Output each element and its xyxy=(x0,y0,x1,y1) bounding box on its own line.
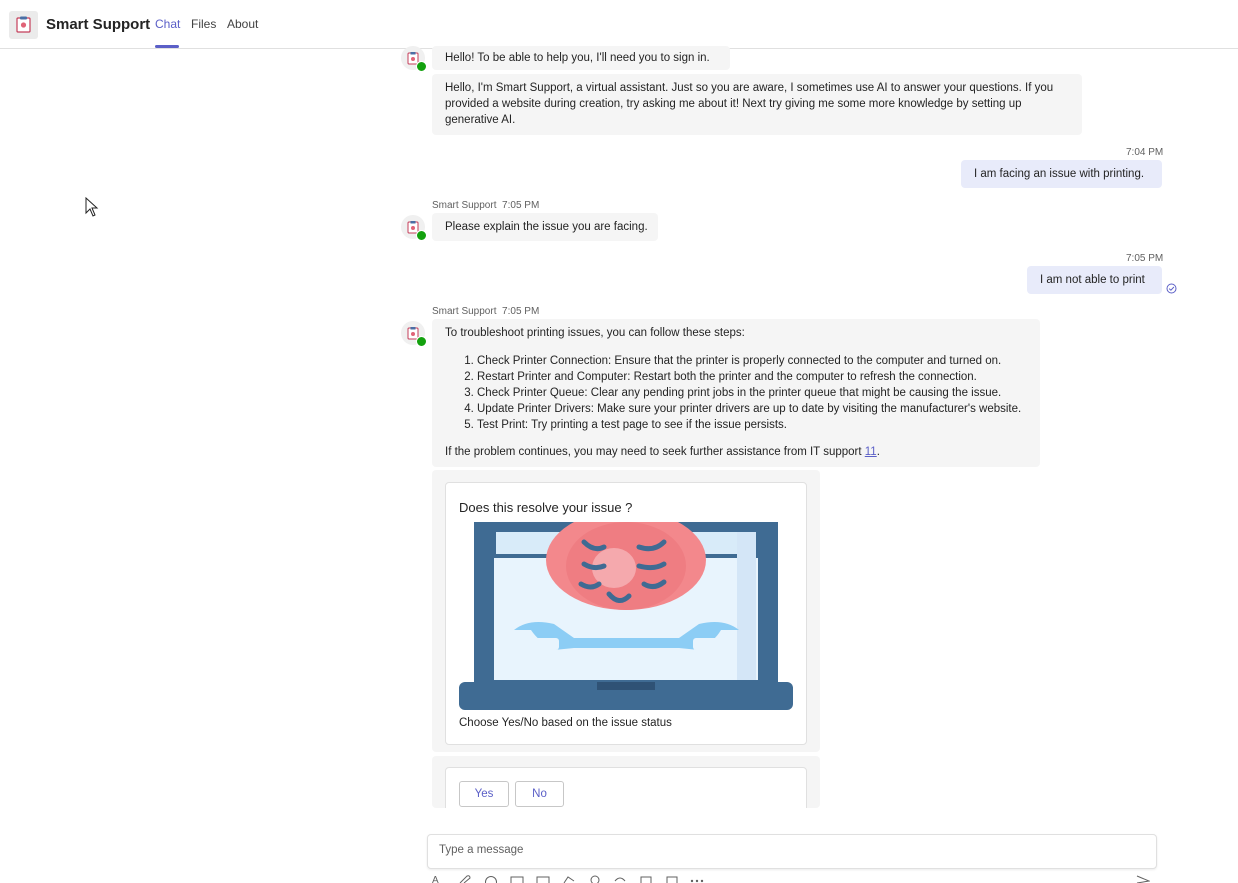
message-text: Hello! To be able to help you, I'll need… xyxy=(445,52,710,64)
loop-icon[interactable] xyxy=(613,875,627,883)
card-actions-container: Yes No xyxy=(432,756,820,808)
read-receipt-icon xyxy=(1166,283,1177,294)
sender-name: Smart Support xyxy=(432,306,497,317)
adaptive-card-container: Does this resolve your issue ? Choose Ye… xyxy=(432,470,820,752)
message-timestamp: 7:05 PM xyxy=(1126,253,1164,264)
bot-message: Hello, I'm Smart Support, a virtual assi… xyxy=(432,74,1082,135)
list-item: Check Printer Connection: Ensure that th… xyxy=(477,353,1035,369)
message-intro: To troubleshoot printing issues, you can… xyxy=(445,327,745,339)
message-text: I am not able to print xyxy=(1040,274,1145,286)
app-header: Smart Support Chat Files About xyxy=(0,0,1238,49)
message-input[interactable] xyxy=(437,843,1141,857)
emoji-icon[interactable] xyxy=(484,875,498,883)
bot-avatar xyxy=(401,321,427,347)
card-actions: Yes No xyxy=(445,767,807,808)
format-icon[interactable]: A xyxy=(432,875,446,883)
message-meta: Smart Support 7:05 PM xyxy=(432,306,539,317)
laptop-bug-illustration xyxy=(459,522,793,710)
message-text: I am facing an issue with printing. xyxy=(974,168,1145,180)
message-timestamp: 7:05 PM xyxy=(502,306,540,317)
bot-message: To troubleshoot printing issues, you can… xyxy=(432,319,1040,467)
card-subtitle: Choose Yes/No based on the issue status xyxy=(459,717,672,729)
tab-chat[interactable]: Chat xyxy=(155,17,180,31)
praise-icon[interactable] xyxy=(639,875,653,883)
message-meta: Smart Support 7:05 PM xyxy=(432,200,539,211)
presence-available-icon xyxy=(416,336,427,347)
active-tab-indicator xyxy=(155,45,179,48)
message-outro: If the problem continues, you may need t… xyxy=(445,444,1035,460)
no-button[interactable]: No xyxy=(515,781,564,807)
more-options-icon[interactable] xyxy=(690,878,704,883)
bot-message: Please explain the issue you are facing. xyxy=(432,213,658,241)
tab-about[interactable]: About xyxy=(227,17,258,31)
message-timestamp: 7:04 PM xyxy=(1126,147,1164,158)
bot-avatar xyxy=(401,46,427,72)
bot-message: Hello! To be able to help you, I'll need… xyxy=(432,46,730,70)
tab-files[interactable]: Files xyxy=(191,17,216,31)
outro-text: If the problem continues, you may need t… xyxy=(445,446,862,458)
mouse-pointer-icon xyxy=(85,197,99,217)
list-item: Restart Printer and Computer: Restart bo… xyxy=(477,369,1035,385)
card-title: Does this resolve your issue ? xyxy=(459,500,633,515)
app-icon xyxy=(9,11,38,39)
send-icon[interactable] xyxy=(1136,874,1150,883)
adaptive-card: Does this resolve your issue ? Choose Ye… xyxy=(445,482,807,745)
user-message: I am facing an issue with printing. xyxy=(961,160,1162,188)
message-text: Hello, I'm Smart Support, a virtual assi… xyxy=(445,82,1054,126)
outro-period: . xyxy=(876,446,880,458)
list-item: Check Printer Queue: Clear any pending p… xyxy=(477,385,1035,401)
list-item: Update Printer Drivers: Make sure your p… xyxy=(477,401,1035,417)
bot-avatar xyxy=(401,215,427,241)
citation-link[interactable]: 11 xyxy=(865,446,877,458)
message-body: To troubleshoot printing issues, you can… xyxy=(445,325,1035,460)
presence-available-icon xyxy=(416,61,427,72)
message-text: Please explain the issue you are facing. xyxy=(445,221,648,233)
svg-text:A: A xyxy=(432,875,439,883)
yes-button[interactable]: Yes xyxy=(459,781,509,807)
attach-icon[interactable] xyxy=(458,875,472,883)
message-timestamp: 7:05 PM xyxy=(502,200,540,211)
app-title: Smart Support xyxy=(46,16,151,33)
gif-icon[interactable] xyxy=(510,875,524,883)
location-icon[interactable] xyxy=(588,875,602,883)
meet-now-icon[interactable] xyxy=(562,875,576,883)
schedule-icon[interactable] xyxy=(665,875,679,883)
sticker-icon[interactable] xyxy=(536,875,550,883)
user-message: I am not able to print xyxy=(1027,266,1162,294)
list-item: Test Print: Try printing a test page to … xyxy=(477,417,1035,433)
compose-box xyxy=(427,834,1157,869)
presence-available-icon xyxy=(416,230,427,241)
sender-name: Smart Support xyxy=(432,200,497,211)
steps-list: Check Printer Connection: Ensure that th… xyxy=(445,353,1035,433)
